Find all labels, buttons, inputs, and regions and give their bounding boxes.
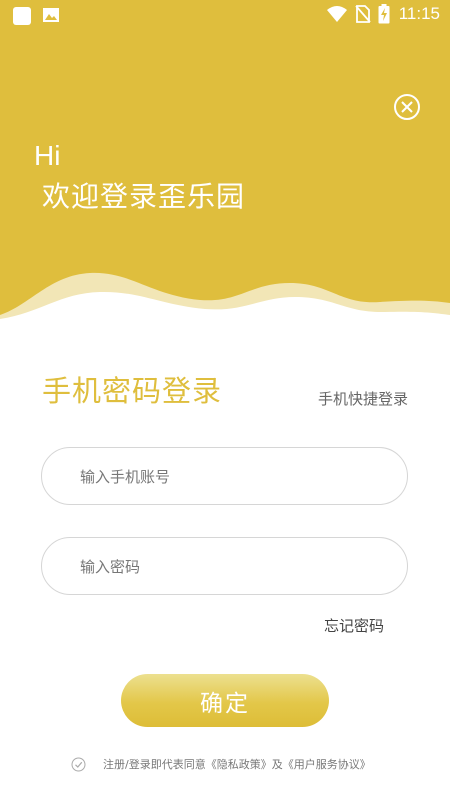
confirm-button[interactable]: 确定 (121, 674, 329, 727)
close-button[interactable] (394, 94, 420, 120)
no-sim-icon (355, 5, 371, 23)
wifi-icon (326, 6, 347, 22)
phone-field[interactable] (41, 447, 408, 506)
wave-decoration (0, 272, 450, 320)
phone-input[interactable] (78, 448, 382, 506)
battery-charging-icon (378, 4, 390, 24)
password-field[interactable] (41, 537, 408, 596)
close-icon (401, 101, 413, 113)
header-banner: 11:15 Hi 欢迎登录歪乐园 (0, 0, 450, 320)
status-bar: 11:15 (0, 0, 450, 32)
password-input[interactable] (78, 538, 382, 596)
agreement-text[interactable]: 注册/登录即代表同意《隐私政策》及《用户服务协议》 (103, 756, 371, 772)
quick-login-link[interactable]: 手机快捷登录 (318, 388, 408, 409)
image-icon (43, 8, 59, 22)
app-square-icon (13, 7, 31, 25)
forgot-password-link[interactable]: 忘记密码 (324, 615, 384, 636)
greeting-text: Hi (34, 140, 61, 171)
checkbox-check-icon[interactable] (71, 757, 86, 772)
agreement-row: 注册/登录即代表同意《隐私政策》及《用户服务协议》 (71, 756, 371, 772)
status-time: 11:15 (398, 4, 440, 23)
welcome-text: 欢迎登录歪乐园 (42, 180, 246, 213)
login-title: 手机密码登录 (42, 374, 223, 408)
